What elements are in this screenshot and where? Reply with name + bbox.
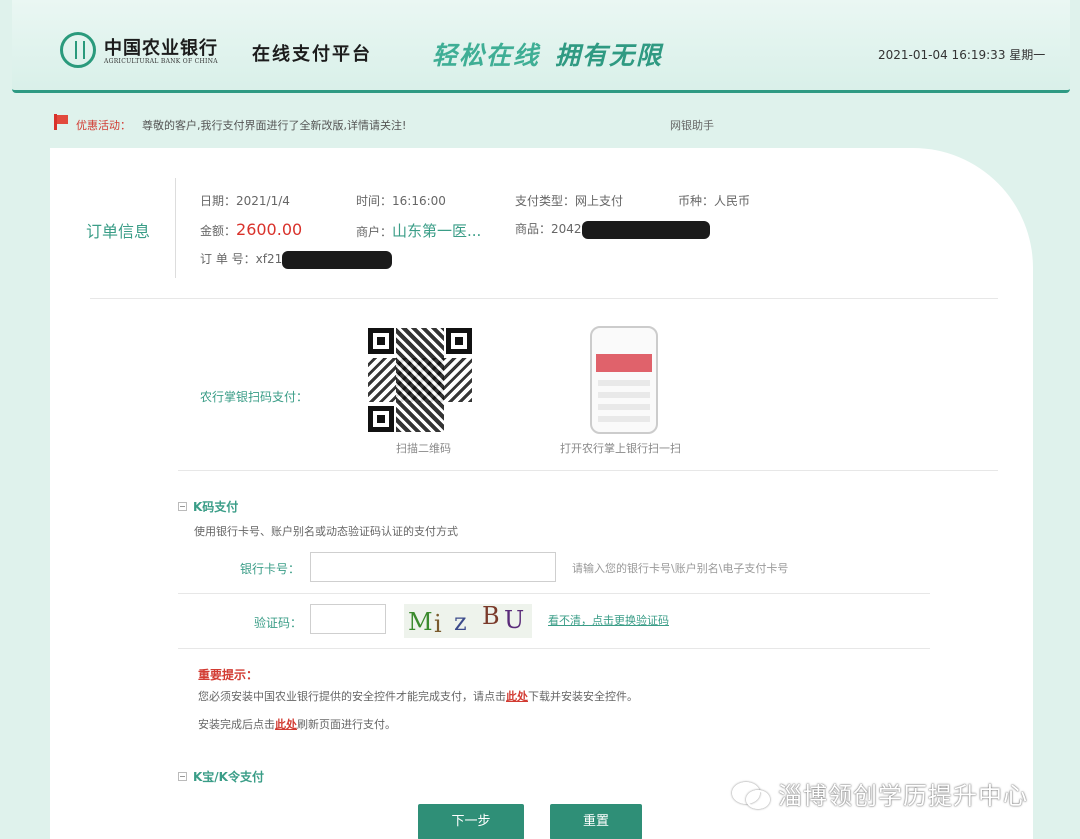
bank-name-en: AGRICULTURAL BANK OF CHINA	[104, 58, 218, 65]
captcha-image[interactable]: M i z B U	[404, 602, 532, 638]
phone-row	[598, 404, 650, 410]
order-amount: 金额：2600.00	[200, 220, 302, 239]
phone-row	[598, 416, 650, 422]
qr-finder-tr	[446, 328, 472, 354]
reset-button[interactable]: 重置	[550, 804, 642, 839]
notice-line1-end: 下载并安装安全控件。	[528, 690, 638, 703]
order-product-value: 2042	[551, 222, 582, 236]
kbao-section-toggle[interactable]: K宝/K令支付	[178, 768, 264, 785]
wechat-icon	[732, 780, 770, 809]
divider-order	[90, 298, 998, 299]
qr-finder-tl	[368, 328, 394, 354]
kpay-section-toggle[interactable]: K码支付	[178, 498, 238, 515]
order-info-title: 订单信息	[86, 222, 151, 241]
order-number-label: 订 单 号：	[200, 252, 256, 266]
notice-line2-text: 安装完成后点击	[198, 718, 275, 731]
important-notice-line1: 您必须安装中国农业银行提供的安全控件才能完成支付，请点击此处下载并安装安全控件。	[198, 688, 638, 704]
qr-pay-label: 农行掌银扫码支付：	[200, 390, 309, 404]
watermark-text: 淄博领创学历提升中心	[778, 782, 1028, 810]
order-product-label: 商品：	[515, 222, 552, 236]
app-scan-caption: 打开农行掌上银行扫一扫	[560, 442, 681, 455]
captcha-refresh-link[interactable]: 看不清，点击更换验证码	[548, 612, 669, 628]
divider-card	[178, 593, 930, 594]
order-info-section: 订单信息 日期：2021/1/4 时间：16:16:00 支付类型：网上支付 币…	[50, 148, 1000, 298]
payment-card: 订单信息 日期：2021/1/4 时间：16:16:00 支付类型：网上支付 币…	[50, 148, 1033, 839]
card-number-hint: 请输入您的银行卡号\账户别名\电子支付卡号	[572, 562, 789, 575]
kpay-title: K码支付	[193, 500, 239, 514]
order-merchant-label: 商户：	[356, 225, 393, 239]
expand-icon[interactable]	[178, 772, 187, 781]
order-number-value: xf21	[255, 252, 283, 266]
next-step-button[interactable]: 下一步	[418, 804, 524, 839]
order-date: 日期：2021/1/4	[200, 192, 290, 209]
order-number: 订 单 号：xf21	[200, 250, 393, 269]
platform-name: 在线支付平台	[252, 44, 372, 65]
qr-finder-bl	[368, 406, 394, 432]
qr-scan-caption: 扫描二维码	[396, 442, 451, 455]
page-header: 中国农业银行 AGRICULTURAL BANK OF CHINA 在线支付平台…	[12, 0, 1070, 93]
order-pay-type-value: 网上支付	[575, 194, 624, 208]
notice-line1-text: 您必须安装中国农业银行提供的安全控件才能完成支付，请点击	[198, 690, 506, 703]
help-link[interactable]: 网银助手	[670, 117, 714, 133]
order-currency: 币种：人民币	[678, 192, 750, 209]
redaction-product	[581, 220, 710, 239]
flag-icon	[54, 114, 68, 130]
notice-line2-end: 刷新页面进行支付。	[297, 718, 396, 731]
order-time-value: 16:16:00	[392, 194, 446, 208]
order-amount-label: 金额：	[200, 224, 237, 238]
qr-code-pattern-b	[396, 328, 444, 432]
divider-captcha	[178, 648, 930, 649]
kbao-title: K宝/K令支付	[193, 770, 264, 784]
slogan-2: 拥有无限	[555, 41, 664, 70]
mobile-app-illustration	[590, 326, 658, 434]
slogan-1: 轻松在线	[432, 41, 541, 70]
phone-screen-header	[596, 354, 652, 372]
collapse-icon[interactable]	[178, 502, 187, 511]
order-time-label: 时间：	[356, 194, 393, 208]
order-divider	[175, 178, 176, 278]
divider-qr	[178, 470, 998, 471]
order-product: 商品：2042	[515, 220, 710, 239]
refresh-page-link[interactable]: 此处	[275, 718, 297, 731]
order-amount-value: 2600.00	[236, 220, 303, 239]
kpay-description: 使用银行卡号、账户别名或动态验证码认证的支付方式	[194, 525, 458, 538]
order-merchant-value: 山东第一医...	[392, 222, 482, 240]
notice-text: 尊敬的客户,我行支付界面进行了全新改版,详情请关注!	[142, 119, 407, 132]
notice-bar: 优惠活动： 尊敬的客户,我行支付界面进行了全新改版,详情请关注! 网银助手	[12, 104, 1070, 142]
abc-logo-icon	[60, 32, 96, 68]
order-currency-value: 人民币	[714, 194, 751, 208]
captcha-label: 验证码：	[254, 616, 303, 630]
order-pay-type: 支付类型：网上支付	[515, 192, 623, 209]
captcha-input[interactable]	[310, 604, 386, 634]
order-currency-label: 币种：	[678, 194, 715, 208]
order-merchant: 商户：山东第一医...	[356, 220, 481, 241]
current-datetime: 2021-01-04 16:19:33 星期一	[878, 48, 1046, 62]
order-date-label: 日期：	[200, 194, 237, 208]
important-notice-line2: 安装完成后点击此处刷新页面进行支付。	[198, 716, 396, 732]
card-number-input[interactable]	[310, 552, 556, 582]
redaction-order-number	[282, 250, 393, 269]
card-number-label: 银行卡号：	[240, 562, 301, 576]
order-pay-type-label: 支付类型：	[515, 194, 576, 208]
phone-row	[598, 380, 650, 386]
phone-row	[598, 392, 650, 398]
order-time: 时间：16:16:00	[356, 192, 446, 209]
bank-name-cn: 中国农业银行	[104, 38, 218, 59]
download-control-link[interactable]: 此处	[506, 690, 528, 703]
order-date-value: 2021/1/4	[236, 194, 290, 208]
notice-label: 优惠活动：	[76, 119, 131, 132]
important-notice-title: 重要提示：	[198, 668, 259, 682]
